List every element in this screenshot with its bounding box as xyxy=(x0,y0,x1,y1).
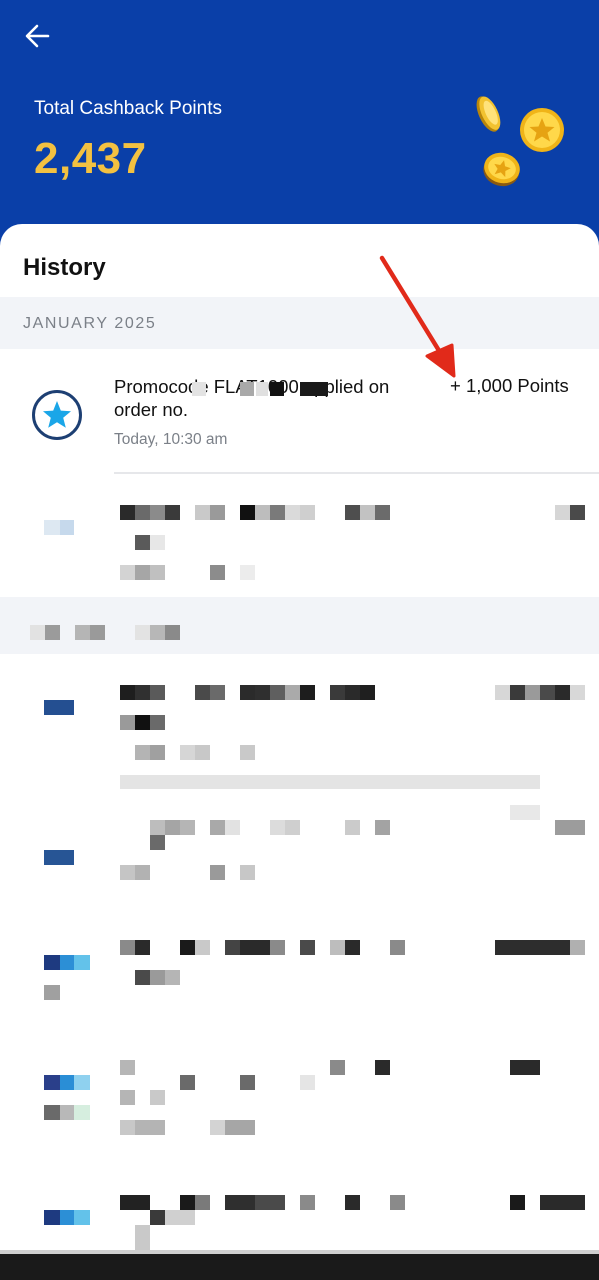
system-nav-bar xyxy=(0,1254,599,1280)
redacted-history-area xyxy=(0,505,599,1250)
